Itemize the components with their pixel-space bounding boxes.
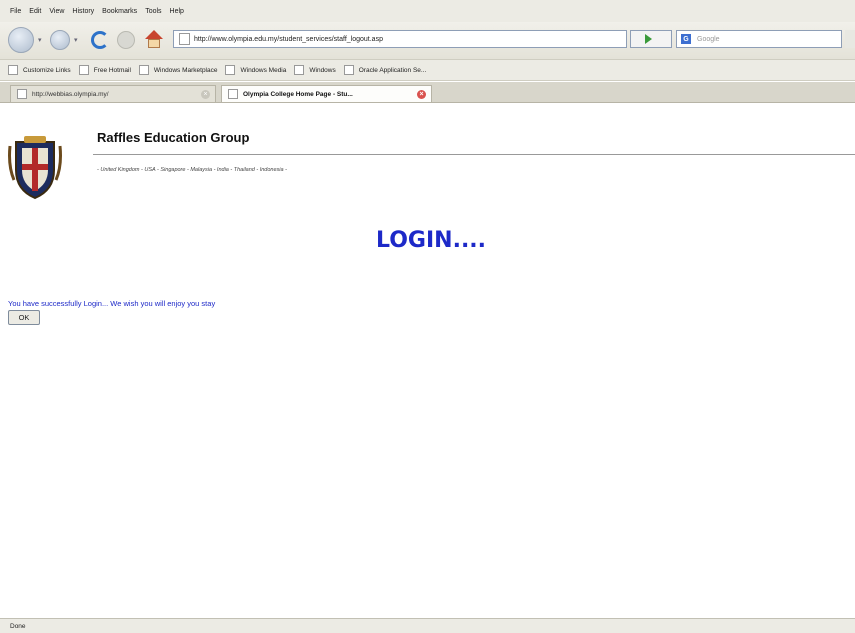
- bookmark-item[interactable]: Windows Media: [225, 65, 286, 75]
- address-bar[interactable]: http://www.olympia.edu.my/student_servic…: [173, 30, 627, 48]
- success-message: You have successfully Login... We wish y…: [8, 299, 216, 308]
- bookmark-item[interactable]: Oracle Application Se...: [343, 65, 426, 75]
- page-icon: [17, 89, 27, 99]
- go-button[interactable]: [630, 30, 672, 48]
- tab-close-icon[interactable]: ×: [417, 89, 426, 99]
- bookmark-item[interactable]: Windows Marketplace: [138, 65, 217, 75]
- country-list: - United Kingdom - USA - Singapore - Mal…: [97, 167, 287, 173]
- forward-history-dropdown-icon[interactable]: ▾: [74, 36, 78, 44]
- page-icon: [343, 65, 354, 75]
- go-arrow-icon: [645, 34, 652, 44]
- back-history-dropdown-icon[interactable]: ▾: [38, 36, 42, 44]
- menu-edit[interactable]: Edit: [29, 8, 41, 15]
- status-bar: Done: [0, 618, 855, 633]
- menu-history[interactable]: History: [72, 8, 94, 15]
- bookmarks-toolbar: Customize Links Free Hotmail Windows Mar…: [0, 60, 855, 81]
- tab-webbias[interactable]: http://webbias.olympia.my/ ×: [10, 85, 216, 102]
- page-icon: [228, 89, 238, 99]
- tab-olympia-home[interactable]: Olympia College Home Page - Stu... ×: [221, 85, 432, 102]
- status-text: Done: [10, 622, 26, 630]
- page-icon: [138, 65, 149, 75]
- search-placeholder: Google: [697, 35, 720, 43]
- bookmark-item[interactable]: Customize Links: [8, 65, 71, 75]
- page-content: Raffles Education Group - United Kingdom…: [0, 103, 855, 616]
- google-search-engine-icon[interactable]: G: [681, 34, 691, 44]
- page-icon: [225, 65, 236, 75]
- tab-close-icon[interactable]: ×: [201, 89, 210, 99]
- organization-name: Raffles Education Group: [97, 130, 250, 145]
- tab-label: http://webbias.olympia.my/: [32, 90, 109, 98]
- search-input[interactable]: G Google: [676, 30, 842, 48]
- ok-button[interactable]: OK: [8, 310, 40, 325]
- home-icon[interactable]: [144, 30, 164, 50]
- menu-bookmarks[interactable]: Bookmarks: [102, 8, 137, 15]
- menu-help[interactable]: Help: [170, 8, 184, 15]
- bookmark-item[interactable]: Windows: [294, 65, 336, 75]
- tab-label: Olympia College Home Page - Stu...: [243, 90, 353, 98]
- navigation-toolbar: ▾ ▾ http://www.olympia.edu.my/student_se…: [0, 22, 855, 60]
- forward-button[interactable]: [50, 30, 70, 50]
- page-icon: [294, 65, 305, 75]
- search-button[interactable]: [845, 30, 855, 48]
- page-icon: [8, 65, 18, 75]
- reload-icon[interactable]: [91, 31, 109, 49]
- stop-icon[interactable]: [117, 31, 135, 49]
- bookmark-item[interactable]: Free Hotmail: [78, 65, 131, 75]
- crest-logo: [8, 136, 62, 200]
- menu-tools[interactable]: Tools: [145, 8, 161, 15]
- menu-file[interactable]: File: [10, 8, 21, 15]
- tab-strip: http://webbias.olympia.my/ × Olympia Col…: [0, 82, 855, 103]
- page-title: LOGIN....: [376, 228, 487, 253]
- back-button[interactable]: [8, 27, 34, 53]
- menu-bar: File Edit View History Bookmarks Tools H…: [0, 0, 855, 22]
- divider: [93, 154, 855, 155]
- address-url: http://www.olympia.edu.my/student_servic…: [194, 35, 383, 43]
- page-icon: [78, 65, 89, 75]
- page-icon: [179, 33, 190, 45]
- menu-view[interactable]: View: [49, 8, 64, 15]
